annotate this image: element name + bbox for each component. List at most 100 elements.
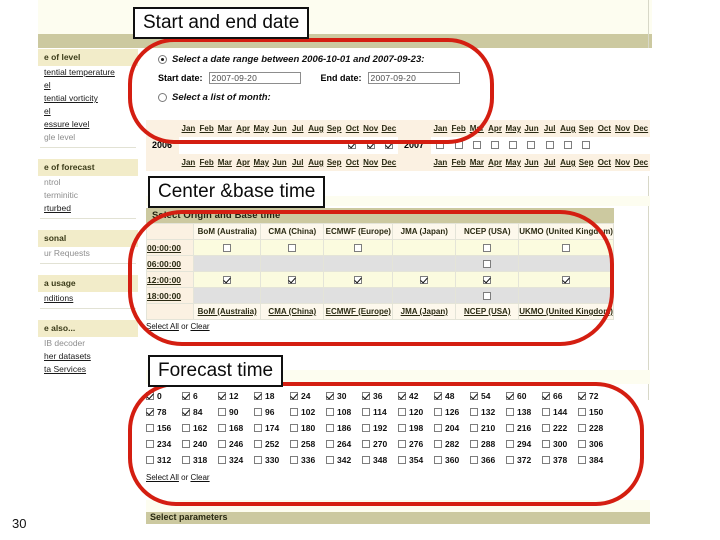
forecast-checkbox-180[interactable] — [290, 424, 298, 432]
month-header-nov[interactable]: Nov — [613, 124, 631, 133]
forecast-time-item-186[interactable]: 186 — [326, 423, 362, 433]
origin-center-header-ukmo[interactable]: UKMO (United Kingdom) — [518, 223, 614, 240]
forecast-checkbox-96[interactable] — [254, 408, 262, 416]
month-checkbox-2007-mar[interactable] — [472, 141, 481, 150]
forecast-checkbox-18[interactable] — [254, 392, 262, 400]
forecast-time-item-384[interactable]: 384 — [578, 455, 614, 465]
origin-select-all-link[interactable]: Select All — [146, 322, 179, 331]
forecast-time-item-42[interactable]: 42 — [398, 391, 434, 401]
month-header-may[interactable]: May — [504, 124, 522, 133]
forecast-checkbox-324[interactable] — [218, 456, 226, 464]
forecast-checkbox-300[interactable] — [542, 440, 550, 448]
forecast-checkbox-348[interactable] — [362, 456, 370, 464]
forecast-time-item-210[interactable]: 210 — [470, 423, 506, 433]
month-header-nov[interactable]: Nov — [362, 124, 380, 133]
month-header-sep[interactable]: Sep — [577, 158, 595, 167]
forecast-checkbox-126[interactable] — [434, 408, 442, 416]
origin-checkbox-180000-ncep[interactable] — [483, 291, 492, 300]
forecast-checkbox-42[interactable] — [398, 392, 406, 400]
forecast-checkbox-162[interactable] — [182, 424, 190, 432]
month-header-feb[interactable]: Feb — [198, 124, 216, 133]
forecast-time-item-216[interactable]: 216 — [506, 423, 542, 433]
forecast-time-item-246[interactable]: 246 — [218, 439, 254, 449]
month-header-may[interactable]: May — [252, 124, 270, 133]
forecast-checkbox-330[interactable] — [254, 456, 262, 464]
forecast-time-item-192[interactable]: 192 — [362, 423, 398, 433]
forecast-time-item-108[interactable]: 108 — [326, 407, 362, 417]
origin-time-label-120000[interactable]: 12:00:00 — [145, 271, 195, 288]
origin-checkbox-060000-ncep[interactable] — [483, 259, 492, 268]
month-header-aug[interactable]: Aug — [307, 124, 325, 133]
month-header-feb[interactable]: Feb — [450, 124, 468, 133]
month-header-nov[interactable]: Nov — [613, 158, 631, 167]
origin-center-header-ecmwf[interactable]: ECMWF (Europe) — [323, 303, 394, 320]
forecast-checkbox-72[interactable] — [578, 392, 586, 400]
forecast-time-item-330[interactable]: 330 — [254, 455, 290, 465]
forecast-time-item-138[interactable]: 138 — [506, 407, 542, 417]
forecast-checkbox-114[interactable] — [362, 408, 370, 416]
forecast-time-item-60[interactable]: 60 — [506, 391, 542, 401]
forecast-time-item-366[interactable]: 366 — [470, 455, 506, 465]
forecast-checkbox-264[interactable] — [326, 440, 334, 448]
month-checkbox-2007-feb[interactable] — [454, 141, 463, 150]
month-checkbox-2007-apr[interactable] — [491, 141, 500, 150]
origin-center-header-bom[interactable]: BoM (Australia) — [193, 223, 262, 240]
month-checkbox-2007-aug[interactable] — [563, 141, 572, 150]
origin-checkbox-000000-ecmwf[interactable] — [354, 243, 363, 252]
month-header-jun[interactable]: Jun — [270, 124, 288, 133]
forecast-checkbox-156[interactable] — [146, 424, 154, 432]
forecast-time-item-240[interactable]: 240 — [182, 439, 218, 449]
forecast-time-item-264[interactable]: 264 — [326, 439, 362, 449]
forecast-time-item-78[interactable]: 78 — [146, 407, 182, 417]
month-checkbox-2007-may[interactable] — [509, 141, 518, 150]
forecast-time-item-144[interactable]: 144 — [542, 407, 578, 417]
month-header-mar[interactable]: Mar — [216, 158, 234, 167]
sidebar-item-nditions[interactable]: nditions — [38, 292, 138, 305]
forecast-checkbox-66[interactable] — [542, 392, 550, 400]
month-header-apr[interactable]: Apr — [486, 158, 504, 167]
forecast-checkbox-36[interactable] — [362, 392, 370, 400]
forecast-time-item-162[interactable]: 162 — [182, 423, 218, 433]
forecast-checkbox-222[interactable] — [542, 424, 550, 432]
forecast-time-item-198[interactable]: 198 — [398, 423, 434, 433]
month-checkbox-2007-sep[interactable] — [582, 141, 591, 150]
forecast-time-item-150[interactable]: 150 — [578, 407, 614, 417]
month-header-apr[interactable]: Apr — [234, 124, 252, 133]
month-header-oct[interactable]: Oct — [343, 158, 361, 167]
month-header-jul[interactable]: Jul — [541, 124, 559, 133]
month-header-jan[interactable]: Jan — [179, 124, 197, 133]
month-header-jan[interactable]: Jan — [431, 158, 449, 167]
forecast-checkbox-168[interactable] — [218, 424, 226, 432]
forecast-checkbox-192[interactable] — [362, 424, 370, 432]
start-date-input[interactable] — [208, 72, 301, 84]
forecast-time-item-120[interactable]: 120 — [398, 407, 434, 417]
forecast-checkbox-228[interactable] — [578, 424, 586, 432]
forecast-time-item-156[interactable]: 156 — [146, 423, 182, 433]
forecast-checkbox-366[interactable] — [470, 456, 478, 464]
month-header-oct[interactable]: Oct — [343, 124, 361, 133]
month-checkbox-2006-oct[interactable] — [348, 141, 357, 150]
forecast-time-item-180[interactable]: 180 — [290, 423, 326, 433]
forecast-checkbox-294[interactable] — [506, 440, 514, 448]
origin-center-header-jma[interactable]: JMA (Japan) — [392, 303, 457, 320]
forecast-checkbox-372[interactable] — [506, 456, 514, 464]
forecast-checkbox-24[interactable] — [290, 392, 298, 400]
month-header-dec[interactable]: Dec — [380, 158, 398, 167]
month-header-dec[interactable]: Dec — [632, 158, 650, 167]
month-header-dec[interactable]: Dec — [632, 124, 650, 133]
forecast-checkbox-288[interactable] — [470, 440, 478, 448]
origin-checkbox-120000-bom[interactable] — [223, 275, 232, 284]
forecast-time-item-372[interactable]: 372 — [506, 455, 542, 465]
month-header-apr[interactable]: Apr — [234, 158, 252, 167]
forecast-time-item-222[interactable]: 222 — [542, 423, 578, 433]
forecast-checkbox-384[interactable] — [578, 456, 586, 464]
forecast-checkbox-276[interactable] — [398, 440, 406, 448]
sidebar-item-ta-services[interactable]: ta Services — [38, 363, 138, 376]
month-header-jul[interactable]: Jul — [541, 158, 559, 167]
forecast-time-item-132[interactable]: 132 — [470, 407, 506, 417]
forecast-time-item-276[interactable]: 276 — [398, 439, 434, 449]
forecast-checkbox-138[interactable] — [506, 408, 514, 416]
forecast-checkbox-12[interactable] — [218, 392, 226, 400]
forecast-checkbox-240[interactable] — [182, 440, 190, 448]
month-header-jun[interactable]: Jun — [270, 158, 288, 167]
